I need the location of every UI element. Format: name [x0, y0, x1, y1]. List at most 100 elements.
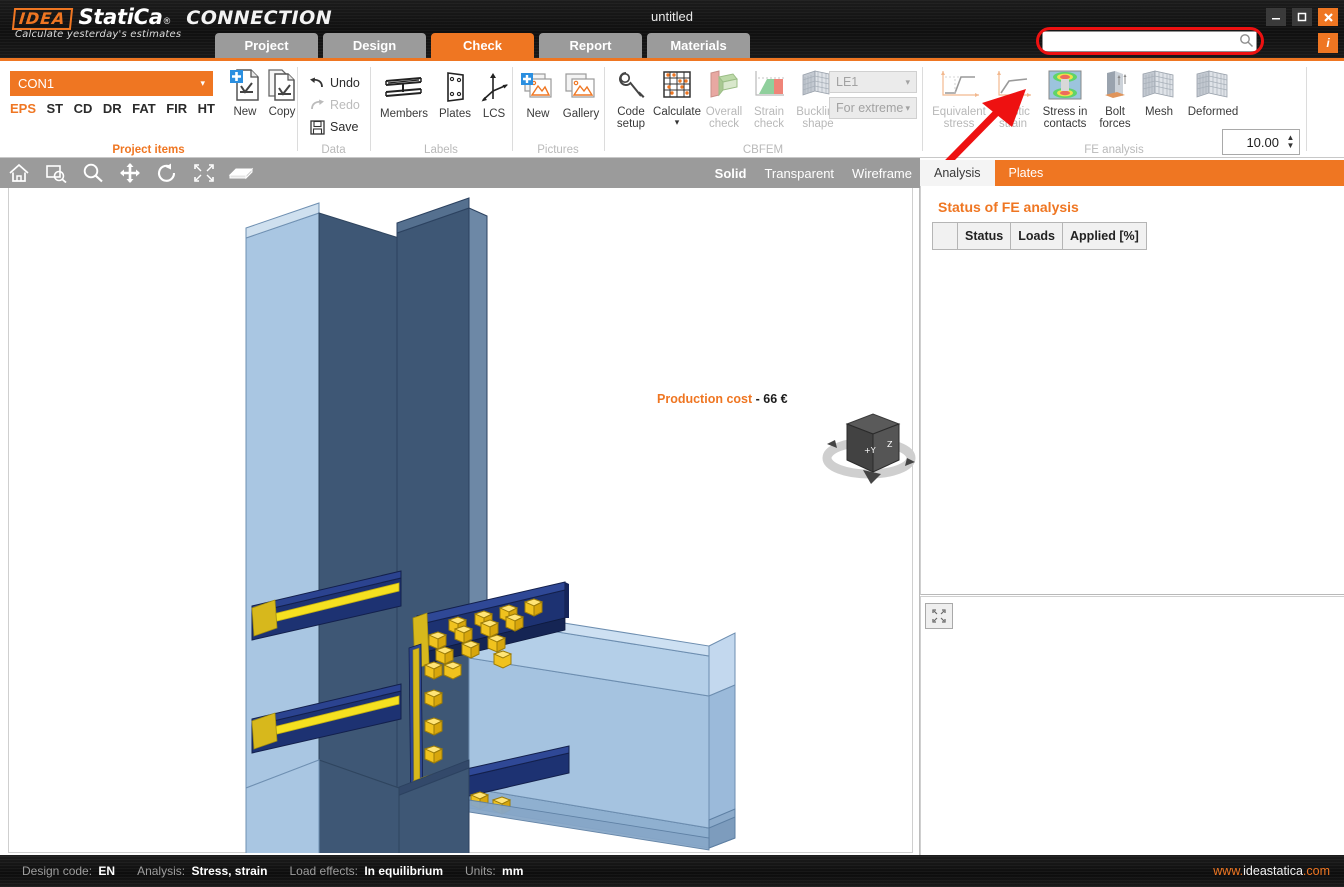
status-units-value: mm — [502, 864, 523, 878]
item-type-cd[interactable]: CD — [74, 101, 93, 116]
render-mode-solid[interactable]: Solid — [715, 166, 747, 181]
mesh-button[interactable]: Mesh — [1136, 67, 1182, 137]
search-highlight-annotation — [1036, 27, 1264, 55]
mesh-icon — [1140, 67, 1178, 103]
calculate-dropdown-caret[interactable]: ▾ — [675, 117, 680, 128]
tagline: Calculate yesterday's estimates — [15, 29, 181, 40]
right-panel-lower-section — [920, 596, 1344, 855]
plates-icon — [442, 69, 468, 105]
view-3d-icon[interactable] — [222, 158, 259, 188]
table-header-blank — [933, 223, 958, 250]
status-load-effects-key: Load effects: — [289, 864, 358, 878]
deformed-icon — [1194, 67, 1232, 103]
render-mode-transparent[interactable]: Transparent — [764, 166, 834, 181]
status-analysis-value: Stress, strain — [191, 864, 267, 878]
chevron-down-icon: ▾ — [905, 77, 910, 88]
render-mode-wireframe[interactable]: Wireframe — [852, 166, 912, 181]
overall-check-label-line1: Overall — [706, 106, 742, 118]
ribbon-group-data: Undo Redo S — [297, 61, 370, 158]
fit-icon[interactable] — [185, 158, 222, 188]
overall-check-label-line2: check — [709, 118, 739, 130]
ribbon-group-pictures: New Gallery Pictures — [512, 61, 604, 158]
bolt-forces-button[interactable]: Boltforces — [1094, 67, 1136, 137]
overall-check-icon — [707, 67, 741, 103]
deformed-button[interactable]: Deformed — [1182, 67, 1244, 137]
website-link[interactable]: www.ideastatica.com — [1213, 864, 1330, 878]
lcs-axes-icon — [479, 69, 509, 105]
undo-icon — [309, 75, 325, 91]
item-type-fir[interactable]: FIR — [166, 101, 187, 116]
undo-button[interactable]: Undo — [309, 75, 360, 91]
stress-in-contacts-label-line2: contacts — [1044, 118, 1087, 130]
item-type-fat[interactable]: FAT — [132, 101, 156, 116]
load-effect-combo[interactable]: LE1 ▾ — [829, 71, 917, 93]
ribbon-separator — [1306, 67, 1307, 151]
new-picture-button[interactable]: New — [516, 69, 560, 139]
tab-plates[interactable]: Plates — [995, 160, 1058, 186]
tab-check[interactable]: Check — [431, 33, 534, 58]
spinner-arrows[interactable]: ▲ ▼ — [1285, 134, 1299, 150]
rotate-icon[interactable] — [148, 158, 185, 188]
render-mode-group: Solid Transparent Wireframe — [715, 166, 912, 181]
tab-analysis[interactable]: Analysis — [920, 160, 995, 186]
extreme-combo-value: For extreme — [836, 101, 903, 115]
model-viewport[interactable]: Production cost - 66 € +Y Z — [0, 188, 920, 855]
lcs-labels-button[interactable]: LCS — [474, 69, 514, 139]
members-label: Members — [380, 108, 428, 120]
production-cost-title: Production cost — [657, 392, 752, 406]
close-button[interactable] — [1318, 8, 1338, 26]
extreme-combo[interactable]: For extreme ▾ — [829, 97, 917, 119]
item-type-ht[interactable]: HT — [198, 101, 215, 116]
tab-design[interactable]: Design — [323, 33, 426, 58]
tab-report[interactable]: Report — [539, 33, 642, 58]
wrench-icon — [615, 67, 647, 103]
home-icon[interactable] — [0, 158, 37, 188]
item-type-dr[interactable]: DR — [103, 101, 122, 116]
plastic-strain-icon — [993, 67, 1033, 103]
equivalent-stress-icon — [937, 67, 981, 103]
calculate-button[interactable]: Calculate ▾ — [650, 67, 704, 137]
members-icon — [383, 69, 425, 105]
ribbon: CON1 ▾ EPS ST CD DR FAT FIR HT — [0, 58, 1344, 158]
strain-check-label-line2: check — [754, 118, 784, 130]
spinner-down-icon[interactable]: ▼ — [1287, 142, 1295, 150]
info-button[interactable]: i — [1318, 33, 1338, 53]
tab-materials[interactable]: Materials — [647, 33, 750, 58]
stress-in-contacts-button[interactable]: Stress incontacts — [1036, 67, 1094, 137]
plates-labels-button[interactable]: Plates — [432, 69, 478, 139]
plastic-strain-label-line2: strain — [999, 118, 1027, 130]
maximize-button[interactable] — [1292, 8, 1312, 26]
project-item-combo[interactable]: CON1 ▾ — [10, 71, 213, 96]
chevron-down-icon: ▾ — [200, 78, 205, 89]
model-canvas[interactable]: Production cost - 66 € +Y Z — [8, 188, 913, 853]
steel-connection-3d-model[interactable] — [9, 188, 914, 853]
deformation-scale-spinner[interactable]: 10.00 ▲ ▼ — [1222, 129, 1300, 155]
status-design-code-value: EN — [98, 864, 115, 878]
navcube-axis-z-label: Z — [887, 440, 893, 449]
minimize-button[interactable] — [1266, 8, 1286, 26]
status-units-key: Units: — [465, 864, 496, 878]
gallery-button[interactable]: Gallery — [556, 69, 606, 139]
gallery-icon — [564, 69, 598, 105]
item-type-st[interactable]: ST — [47, 101, 64, 116]
plastic-strain-label-line1: Plastic — [996, 106, 1030, 118]
ribbon-group-title-cbfem: CBFEM — [604, 144, 922, 156]
tab-project[interactable]: Project — [215, 33, 318, 58]
strain-check-button: Straincheck — [746, 67, 792, 137]
pan-icon[interactable] — [111, 158, 148, 188]
undo-label: Undo — [330, 76, 360, 90]
equivalent-stress-label-line2: stress — [944, 118, 975, 130]
navcube-axis-y-label: +Y — [864, 446, 876, 455]
item-type-eps[interactable]: EPS — [10, 101, 36, 116]
save-button[interactable]: Save — [309, 119, 359, 135]
zoom-icon[interactable] — [74, 158, 111, 188]
members-labels-button[interactable]: Members — [374, 69, 434, 139]
bolt-forces-icon — [1099, 67, 1131, 103]
navigation-cube[interactable]: +Y Z — [819, 400, 919, 493]
zoom-window-icon[interactable] — [37, 158, 74, 188]
expand-icon[interactable] — [925, 603, 953, 629]
status-analysis-key: Analysis: — [137, 864, 185, 878]
fe-analysis-table: Status Loads Applied [%] — [932, 222, 1147, 250]
table-header-applied: Applied [%] — [1063, 223, 1147, 250]
code-setup-button[interactable]: Codesetup — [608, 67, 654, 137]
